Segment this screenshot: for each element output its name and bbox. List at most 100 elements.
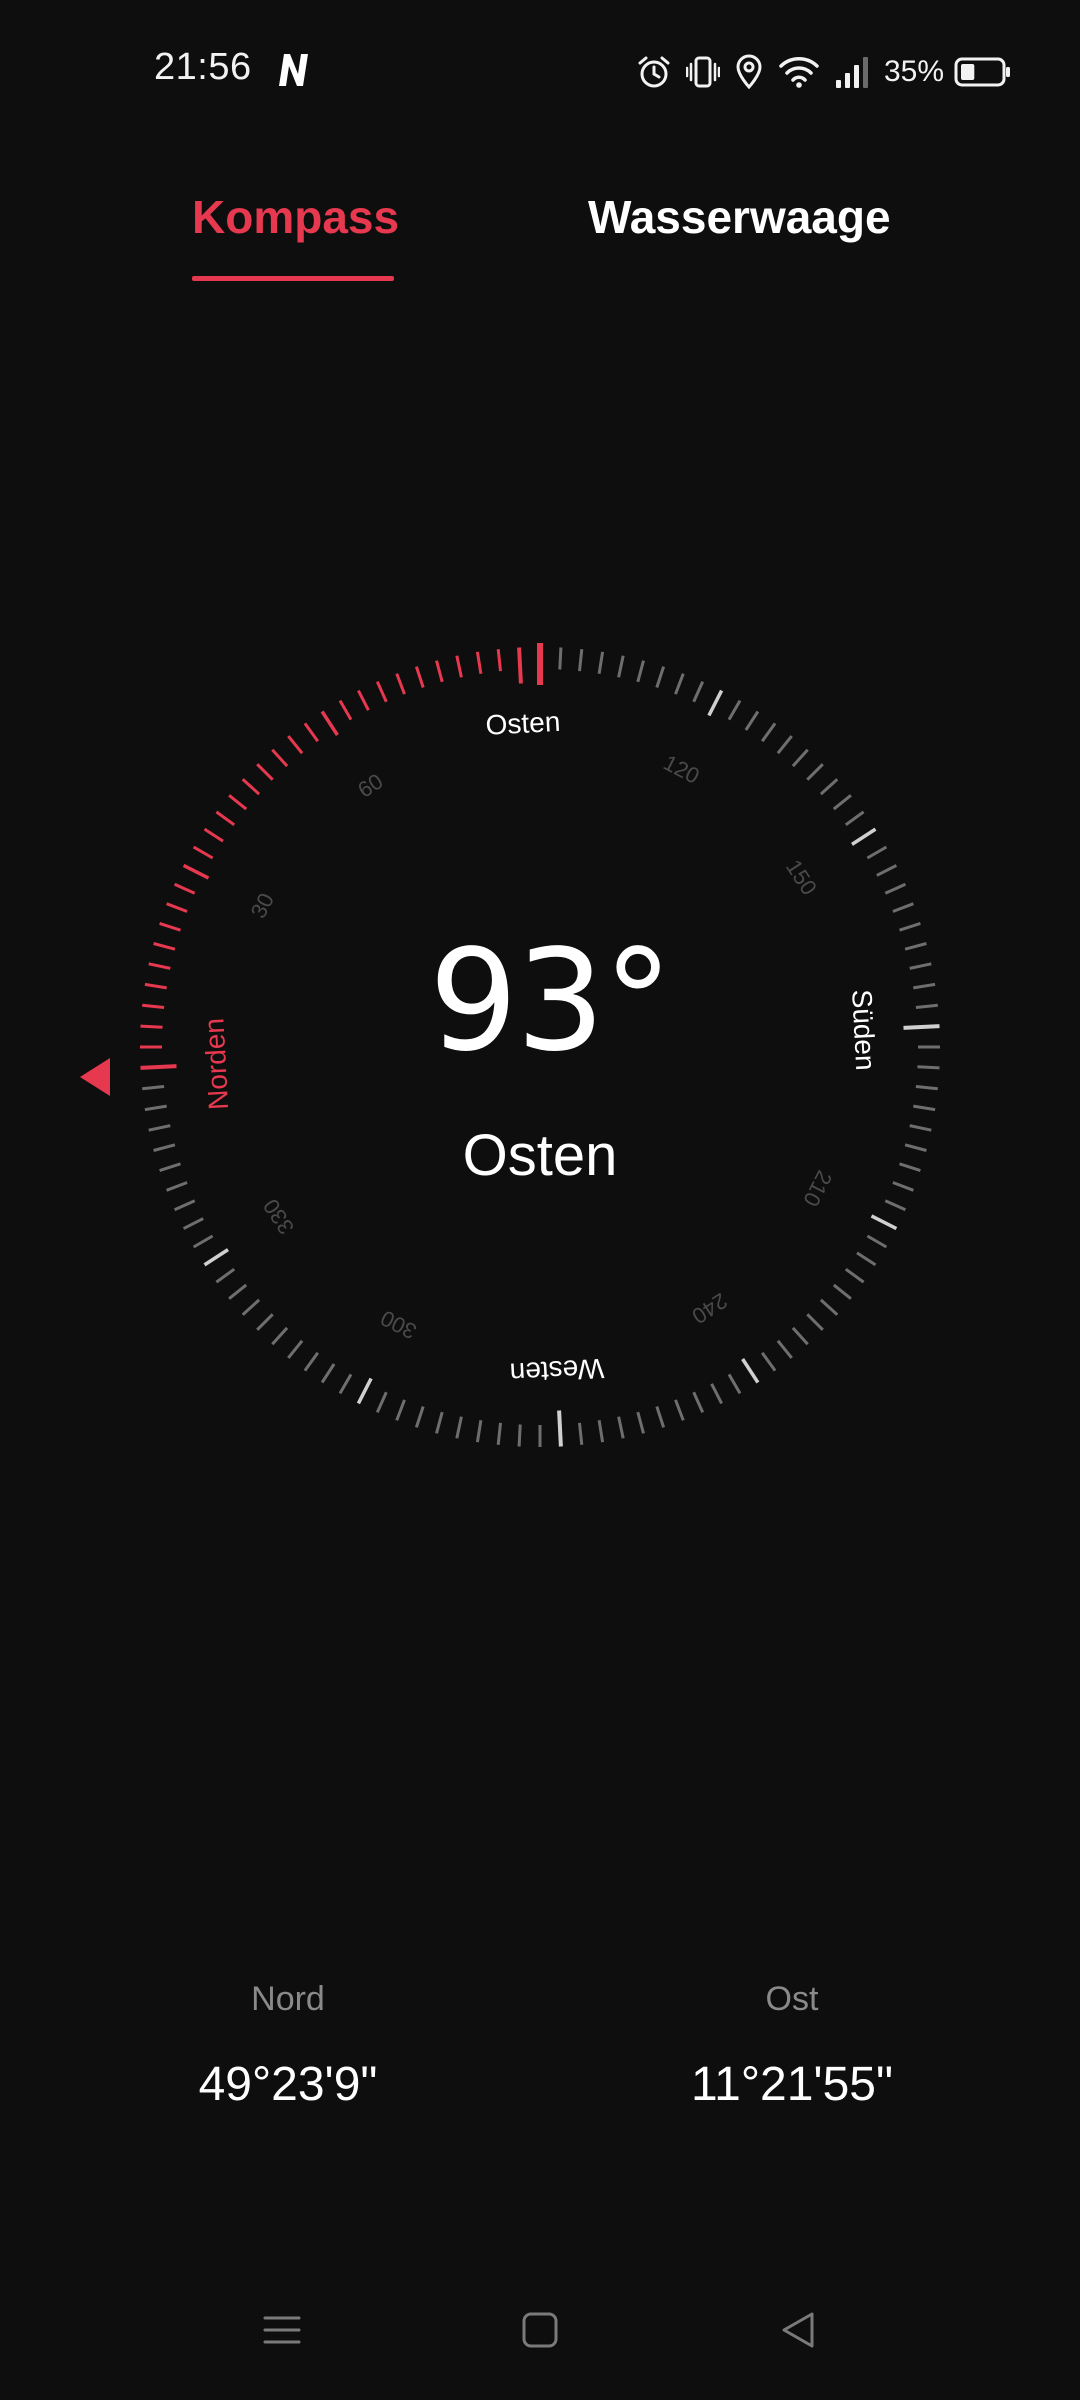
status-time: 21:56: [154, 46, 252, 88]
compass-tick: [557, 1410, 563, 1447]
compass-tick: [806, 763, 824, 781]
compass-tick: [414, 666, 425, 688]
compass-tick: [856, 1251, 877, 1267]
compass-tick: [256, 763, 274, 781]
compass-tick: [558, 647, 563, 670]
compass-tick: [271, 1326, 289, 1346]
compass-tick: [913, 1104, 936, 1112]
compass-tick: [707, 689, 724, 717]
compass-tick: [455, 655, 463, 678]
compass-tick: [578, 649, 584, 672]
compass-tick: [203, 1248, 229, 1267]
compass-tick: [636, 1411, 645, 1434]
compass-tick: [475, 651, 483, 674]
compass-tick: [597, 651, 605, 674]
compass-tick: [173, 1199, 196, 1212]
signal-icon: [834, 54, 870, 90]
compass-tick: [256, 1313, 274, 1331]
compass-tick: [241, 778, 261, 796]
tab-wasserwaage[interactable]: Wasserwaage: [588, 190, 891, 244]
compass-tick: [142, 1085, 165, 1091]
degree-tick-label: 330: [258, 1195, 299, 1239]
degree-tick-label: 60: [353, 768, 387, 802]
n-app-icon: [274, 50, 312, 90]
compass-tick: [806, 1313, 824, 1331]
compass-tick: [851, 827, 877, 846]
compass-tick: [791, 748, 809, 768]
active-tab-indicator: [192, 276, 394, 281]
longitude-block: Ost 11°21'55": [592, 1980, 992, 2112]
longitude-label: Ost: [765, 1980, 819, 2018]
menu-icon[interactable]: [242, 2290, 322, 2370]
compass-tick: [832, 1283, 852, 1300]
compass-tick: [338, 1373, 353, 1395]
compass-tick: [844, 810, 865, 827]
compass-tick: [455, 1416, 463, 1439]
wifi-icon: [778, 54, 820, 90]
compass-tick: [899, 921, 921, 932]
compass-tick: [303, 722, 320, 743]
home-icon[interactable]: [500, 2290, 580, 2370]
compass-tick: [776, 735, 793, 755]
compass-tick: [819, 778, 839, 796]
compass-tick: [884, 1199, 907, 1212]
compass-tick: [375, 1391, 388, 1414]
compass-tick: [395, 1399, 406, 1421]
compass-tick: [727, 1373, 742, 1395]
compass-tick: [287, 735, 304, 755]
compass-tick: [395, 673, 406, 695]
compass-tick: [144, 1104, 167, 1112]
compass-tick: [166, 902, 188, 913]
navigation-bar: [0, 2290, 1080, 2370]
compass-tick: [884, 882, 907, 895]
cardinal-label-west: Westen: [509, 1353, 605, 1389]
compass-tick: [192, 845, 214, 860]
compass-tick: [870, 1214, 898, 1231]
compass-tick: [159, 921, 181, 932]
compass-tick: [517, 1424, 522, 1447]
degree-tick-label: 300: [377, 1305, 421, 1344]
compass-tick: [597, 1420, 605, 1443]
compass-tick: [182, 1217, 204, 1230]
compass-tick: [617, 655, 625, 678]
status-bar: 21:56 35%: [0, 0, 1080, 140]
compass-tick: [356, 1377, 373, 1405]
compass-tick: [760, 1351, 777, 1372]
status-icons: 35%: [636, 50, 1012, 94]
tab-bar: Kompass Wasserwaage: [0, 170, 1080, 290]
compass-tick: [320, 710, 339, 736]
compass-tick: [182, 863, 210, 880]
compass-tick: [192, 1234, 214, 1249]
degree-tick-label: 150: [781, 855, 822, 899]
compass-tick: [375, 680, 388, 703]
compass-tick: [674, 673, 685, 695]
compass-tick: [776, 1339, 793, 1359]
tab-kompass[interactable]: Kompass: [192, 190, 399, 244]
compass-tick: [866, 845, 888, 860]
battery-icon: [954, 56, 1012, 88]
longitude-value: 11°21'55": [690, 2058, 893, 2111]
compass-tick: [357, 689, 370, 711]
compass-tick: [674, 1399, 685, 1421]
compass-tick: [791, 1326, 809, 1346]
back-icon[interactable]: [758, 2290, 838, 2370]
compass-tick: [215, 1267, 236, 1284]
cardinal-label-east: Osten: [485, 706, 561, 741]
compass-tick: [435, 660, 444, 683]
compass-tick: [876, 864, 898, 877]
vibrate-icon: [685, 54, 720, 90]
compass-tick: [692, 1391, 705, 1414]
compass-tick: [617, 1416, 625, 1439]
compass-tick: [303, 1351, 320, 1372]
degree-tick-label: 120: [659, 750, 703, 789]
heading-degrees: 93°: [0, 932, 1080, 1072]
compass-tick: [203, 827, 224, 843]
compass-tick: [819, 1298, 839, 1316]
compass-tick: [173, 882, 196, 895]
compass-tick: [655, 1406, 666, 1428]
compass-tick: [760, 722, 777, 743]
compass-tick: [215, 810, 236, 827]
compass-tick: [496, 649, 502, 672]
location-icon: [734, 54, 764, 90]
degree-tick-label: 240: [688, 1288, 732, 1329]
